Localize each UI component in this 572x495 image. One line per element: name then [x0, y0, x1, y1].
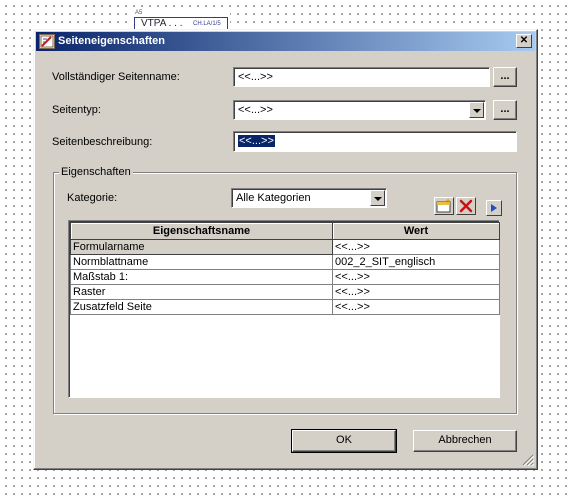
property-value[interactable]: 002_2_SIT_englisch	[332, 254, 500, 270]
category-value: Alle Kategorien	[236, 192, 311, 204]
category-select[interactable]: Alle Kategorien	[231, 188, 387, 208]
description-label: Seitenbeschreibung:	[52, 136, 153, 148]
property-name: Raster	[70, 284, 333, 300]
dialog-title: Seiteneigenschaften	[58, 35, 165, 47]
page-type-browse-button[interactable]: ...	[493, 100, 517, 120]
ok-button-label: OK	[336, 434, 352, 446]
property-value[interactable]: <<...>>	[332, 299, 500, 315]
description-selected-value: <<...>>	[238, 135, 275, 147]
property-value[interactable]: <<...>>	[332, 239, 500, 255]
property-value[interactable]: <<...>>	[332, 284, 500, 300]
resize-grip-icon[interactable]	[522, 454, 534, 466]
ellipsis-icon: ...	[500, 103, 510, 115]
property-value[interactable]: <<...>>	[332, 269, 500, 285]
table-row[interactable]: Raster <<...>>	[70, 284, 500, 300]
full-name-input[interactable]: <<...>>	[233, 67, 490, 87]
properties-table: Eigenschaftsname Wert Formularname <<...…	[70, 222, 500, 315]
cancel-button-label: Abbrechen	[438, 434, 492, 446]
full-name-value: <<...>>	[238, 71, 273, 83]
background-small-text: A5	[135, 10, 143, 16]
page-type-value: <<...>>	[238, 104, 273, 116]
properties-grid: Eigenschaftsname Wert Formularname <<...…	[68, 220, 500, 398]
table-row[interactable]: Maßstab 1: <<...>>	[70, 269, 500, 285]
column-header-value[interactable]: Wert	[332, 222, 500, 240]
column-header-name[interactable]: Eigenschaftsname	[70, 222, 333, 240]
page-type-label: Seitentyp:	[52, 104, 101, 116]
ellipsis-icon: ...	[500, 70, 510, 82]
close-icon: ✕	[519, 35, 529, 46]
background-block-label: VTPA . . .	[141, 18, 183, 29]
full-name-label: Vollständiger Seitenname:	[52, 71, 180, 83]
table-row[interactable]: Formularname <<...>>	[70, 239, 500, 255]
expand-button[interactable]	[486, 200, 502, 216]
category-label: Kategorie:	[67, 192, 118, 204]
close-button[interactable]: ✕	[516, 34, 532, 48]
table-row[interactable]: Zusatzfeld Seite <<...>>	[70, 299, 500, 315]
page-type-select[interactable]: <<...>>	[233, 100, 486, 120]
page-properties-dialog: Seiteneigenschaften ✕ Vollständiger Seit…	[33, 29, 538, 470]
chevron-down-icon[interactable]	[469, 102, 484, 118]
app-icon	[39, 34, 55, 49]
delete-property-button[interactable]	[456, 197, 476, 215]
property-name: Formularname	[70, 239, 333, 255]
property-name: Normblattname	[70, 254, 333, 270]
play-arrow-icon	[491, 204, 497, 212]
properties-group-caption: Eigenschaften	[59, 166, 133, 178]
ok-button[interactable]: OK	[291, 429, 397, 453]
new-property-button[interactable]	[434, 197, 454, 215]
property-name: Maßstab 1:	[70, 269, 333, 285]
full-name-browse-button[interactable]: ...	[493, 67, 517, 87]
table-row[interactable]: Normblattname 002_2_SIT_englisch	[70, 254, 500, 270]
dialog-titlebar[interactable]: Seiteneigenschaften ✕	[36, 32, 535, 51]
background-block-tag: CH.LA/1/5	[193, 21, 221, 27]
cancel-button[interactable]: Abbrechen	[413, 430, 517, 452]
description-input[interactable]: <<...>>	[233, 131, 517, 152]
delete-icon	[459, 199, 473, 213]
new-property-icon	[436, 199, 451, 213]
property-name: Zusatzfeld Seite	[70, 299, 333, 315]
chevron-down-icon[interactable]	[370, 190, 385, 206]
